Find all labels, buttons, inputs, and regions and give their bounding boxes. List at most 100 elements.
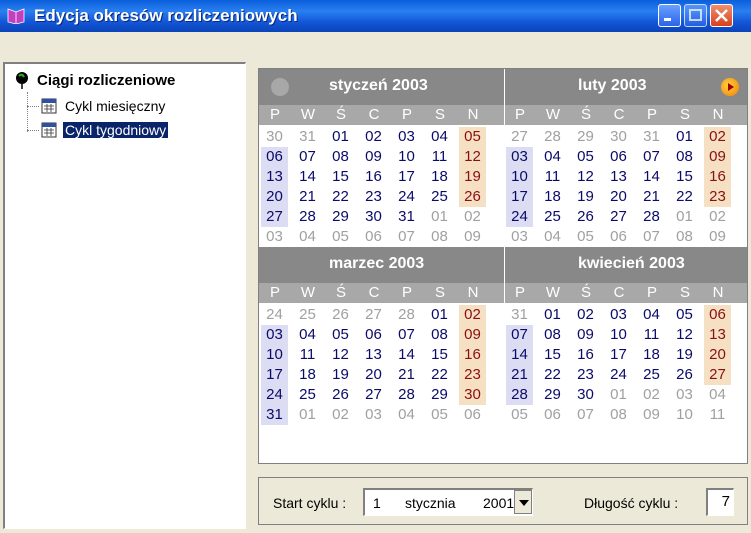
calendar-day[interactable]: 30 bbox=[459, 385, 486, 405]
calendar-day[interactable]: 31 bbox=[638, 127, 665, 147]
calendar-day[interactable]: 21 bbox=[294, 187, 321, 207]
calendar-day[interactable]: 13 bbox=[360, 345, 387, 365]
calendar-day[interactable]: 25 bbox=[638, 365, 665, 385]
calendar-day[interactable]: 25 bbox=[294, 385, 321, 405]
calendar-day[interactable]: 29 bbox=[539, 385, 566, 405]
calendar-day[interactable]: 16 bbox=[360, 167, 387, 187]
start-year-value[interactable]: 2001 bbox=[483, 495, 514, 511]
calendar-day[interactable]: 29 bbox=[426, 385, 453, 405]
calendar-day[interactable]: 08 bbox=[426, 227, 453, 247]
calendar-day[interactable]: 25 bbox=[426, 187, 453, 207]
calendar-day[interactable]: 01 bbox=[671, 207, 698, 227]
calendar-day[interactable]: 24 bbox=[261, 385, 288, 405]
calendar-day[interactable]: 03 bbox=[671, 385, 698, 405]
cycle-length-input[interactable]: 7 bbox=[706, 488, 734, 516]
calendar-day[interactable]: 10 bbox=[506, 167, 533, 187]
calendar-day[interactable]: 06 bbox=[605, 147, 632, 167]
calendar-day[interactable]: 29 bbox=[572, 127, 599, 147]
calendar-day[interactable]: 05 bbox=[459, 127, 486, 147]
calendar-day[interactable]: 19 bbox=[459, 167, 486, 187]
calendar-day[interactable]: 26 bbox=[572, 207, 599, 227]
calendar-day[interactable]: 05 bbox=[671, 305, 698, 325]
calendar-day[interactable]: 12 bbox=[572, 167, 599, 187]
calendar-day[interactable]: 07 bbox=[294, 147, 321, 167]
calendar-day[interactable]: 01 bbox=[294, 405, 321, 425]
calendar-day[interactable]: 11 bbox=[426, 147, 453, 167]
tree-view[interactable]: Ciągi rozliczeniowe Cykl miesięczny Cykl… bbox=[3, 62, 246, 529]
start-date-picker[interactable]: 1 stycznia 2001 bbox=[363, 488, 533, 516]
calendar-day[interactable]: 18 bbox=[426, 167, 453, 187]
calendar-day[interactable]: 12 bbox=[459, 147, 486, 167]
calendar-day[interactable]: 10 bbox=[261, 345, 288, 365]
calendar-day[interactable]: 01 bbox=[426, 207, 453, 227]
calendar-day[interactable]: 24 bbox=[605, 365, 632, 385]
calendar-day[interactable]: 23 bbox=[360, 187, 387, 207]
calendar-day[interactable]: 28 bbox=[393, 385, 420, 405]
calendar-day[interactable]: 17 bbox=[605, 345, 632, 365]
close-button[interactable] bbox=[710, 4, 733, 27]
calendar-day[interactable]: 09 bbox=[459, 227, 486, 247]
calendar-day[interactable]: 12 bbox=[327, 345, 354, 365]
calendar-day[interactable]: 05 bbox=[572, 227, 599, 247]
calendar-day[interactable]: 07 bbox=[638, 227, 665, 247]
calendar-day[interactable]: 27 bbox=[704, 365, 731, 385]
calendar-day[interactable]: 06 bbox=[360, 325, 387, 345]
calendar-day[interactable]: 05 bbox=[506, 405, 533, 425]
calendar-day[interactable]: 01 bbox=[327, 127, 354, 147]
calendar-day[interactable]: 04 bbox=[638, 305, 665, 325]
calendar-day[interactable]: 22 bbox=[539, 365, 566, 385]
calendar-day[interactable]: 09 bbox=[704, 227, 731, 247]
calendar-day[interactable]: 23 bbox=[459, 365, 486, 385]
title-bar[interactable]: Edycja okresów rozliczeniowych bbox=[0, 0, 751, 32]
calendar-day[interactable]: 21 bbox=[393, 365, 420, 385]
calendar-day[interactable]: 14 bbox=[393, 345, 420, 365]
calendar-day[interactable]: 12 bbox=[671, 325, 698, 345]
calendar-day[interactable]: 09 bbox=[360, 147, 387, 167]
tree-root[interactable]: Ciągi rozliczeniowe bbox=[15, 72, 175, 89]
calendar-day[interactable]: 18 bbox=[539, 187, 566, 207]
calendar-day[interactable]: 03 bbox=[506, 227, 533, 247]
calendar-day[interactable]: 15 bbox=[671, 167, 698, 187]
calendar-day[interactable]: 06 bbox=[261, 147, 288, 167]
calendar-day[interactable]: 09 bbox=[572, 325, 599, 345]
calendar-day[interactable]: 03 bbox=[360, 405, 387, 425]
calendar-day[interactable]: 04 bbox=[704, 385, 731, 405]
calendar-day[interactable]: 26 bbox=[327, 385, 354, 405]
calendar-day[interactable]: 05 bbox=[327, 325, 354, 345]
calendar-day[interactable]: 20 bbox=[704, 345, 731, 365]
calendar-day[interactable]: 08 bbox=[539, 325, 566, 345]
calendar-day[interactable]: 04 bbox=[393, 405, 420, 425]
calendar-day[interactable]: 10 bbox=[393, 147, 420, 167]
calendar-day[interactable]: 19 bbox=[572, 187, 599, 207]
calendar-day[interactable]: 28 bbox=[506, 385, 533, 405]
calendar-day[interactable]: 31 bbox=[294, 127, 321, 147]
calendar-view[interactable]: styczeń 2003 P W Ś C P S N 30 31 01 02 03 04 05 06 07 08 0… bbox=[258, 68, 748, 464]
calendar-day[interactable]: 28 bbox=[393, 305, 420, 325]
calendar-day[interactable]: 02 bbox=[327, 405, 354, 425]
calendar-day[interactable]: 23 bbox=[704, 187, 731, 207]
calendar-day[interactable]: 16 bbox=[572, 345, 599, 365]
calendar-day[interactable]: 22 bbox=[426, 365, 453, 385]
start-day-value[interactable]: 1 bbox=[373, 495, 381, 511]
calendar-day[interactable]: 14 bbox=[506, 345, 533, 365]
calendar-day[interactable]: 26 bbox=[671, 365, 698, 385]
calendar-day[interactable]: 09 bbox=[638, 405, 665, 425]
calendar-day[interactable]: 02 bbox=[638, 385, 665, 405]
calendar-day[interactable]: 21 bbox=[638, 187, 665, 207]
calendar-day[interactable]: 10 bbox=[605, 325, 632, 345]
calendar-day[interactable]: 31 bbox=[393, 207, 420, 227]
calendar-day[interactable]: 30 bbox=[572, 385, 599, 405]
calendar-day[interactable]: 01 bbox=[539, 305, 566, 325]
calendar-day[interactable]: 08 bbox=[605, 405, 632, 425]
calendar-day[interactable]: 10 bbox=[671, 405, 698, 425]
calendar-day[interactable]: 08 bbox=[327, 147, 354, 167]
calendar-day[interactable]: 03 bbox=[261, 227, 288, 247]
calendar-day[interactable]: 11 bbox=[294, 345, 321, 365]
calendar-day[interactable]: 24 bbox=[261, 305, 288, 325]
calendar-day[interactable]: 08 bbox=[671, 227, 698, 247]
calendar-day[interactable]: 04 bbox=[294, 325, 321, 345]
calendar-day[interactable]: 15 bbox=[426, 345, 453, 365]
calendar-day[interactable]: 04 bbox=[294, 227, 321, 247]
calendar-day[interactable]: 30 bbox=[360, 207, 387, 227]
calendar-day[interactable]: 21 bbox=[506, 365, 533, 385]
